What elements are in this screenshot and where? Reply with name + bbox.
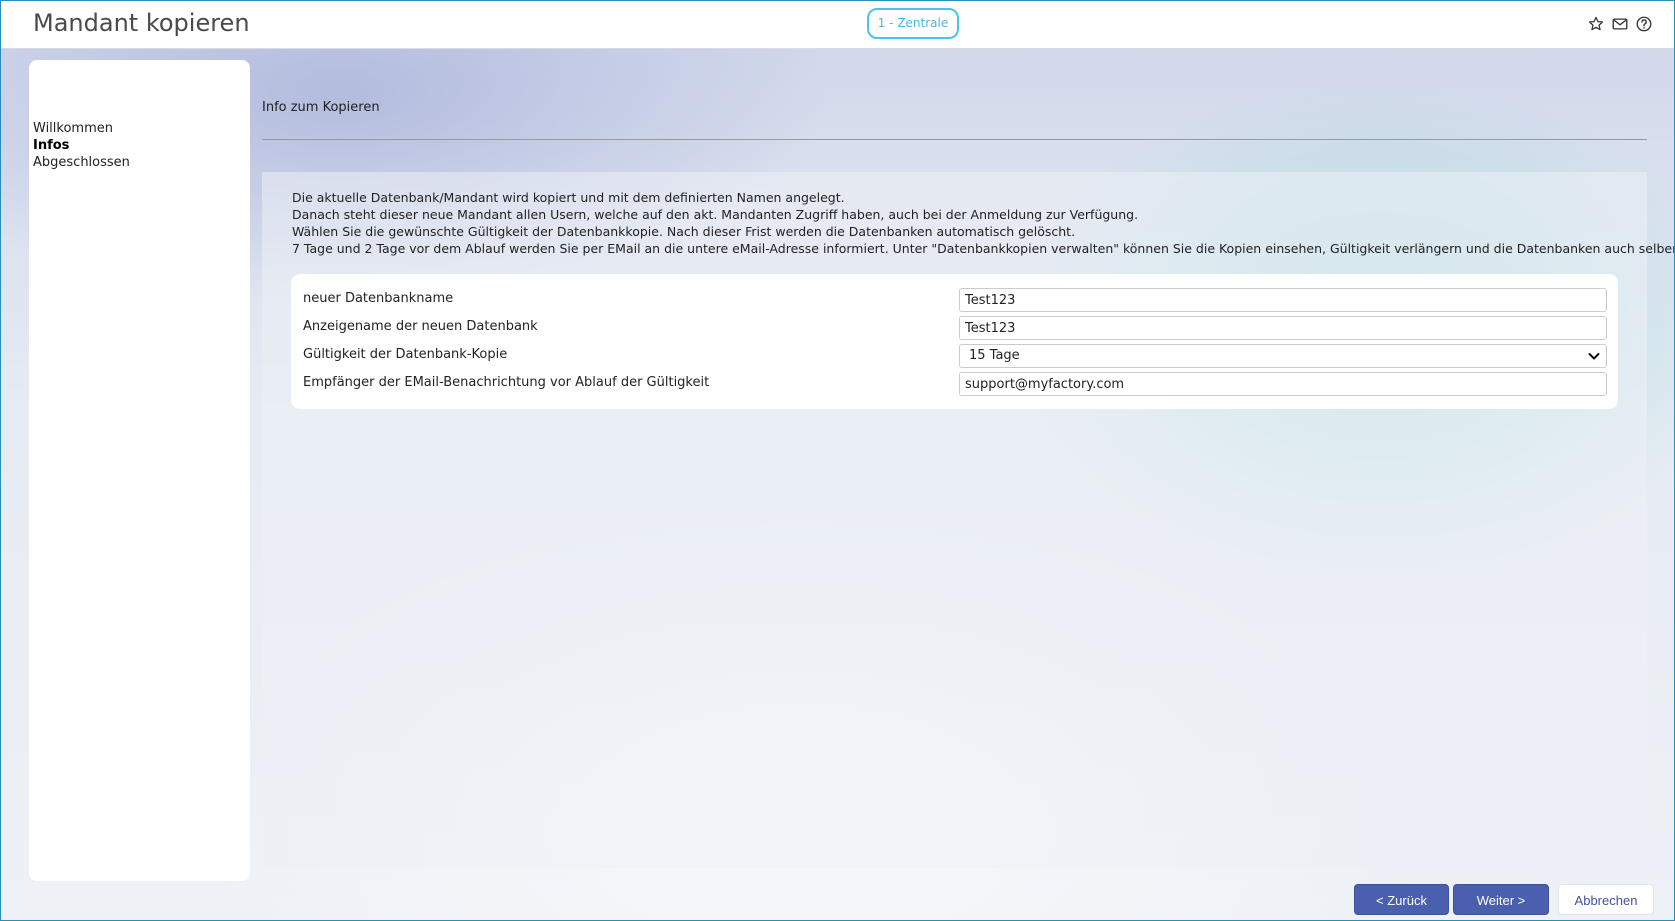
form-row-validity: Gültigkeit der Datenbank-Kopie 15 Tage <box>303 344 1607 368</box>
chevron-down-icon <box>1588 353 1600 360</box>
form-row-email: Empfänger der EMail-Benachrichtung vor A… <box>303 372 1607 396</box>
star-icon[interactable] <box>1587 15 1605 33</box>
info-line: Die aktuelle Datenbank/Mandant wird kopi… <box>292 190 845 205</box>
info-text: Die aktuelle Datenbank/Mandant wird kopi… <box>292 189 1675 257</box>
step-infos[interactable]: Infos <box>33 137 130 154</box>
display-name-label: Anzeigename der neuen Datenbank <box>303 319 538 334</box>
header-icon-group <box>1587 15 1653 33</box>
help-icon[interactable] <box>1635 15 1653 33</box>
wizard-steps: Willkommen Infos Abgeschlossen <box>33 120 130 171</box>
form-row-db-name: neuer Datenbankname <box>303 288 1607 312</box>
display-name-input[interactable] <box>959 316 1607 340</box>
info-line: Danach steht dieser neue Mandant allen U… <box>292 207 1139 222</box>
validity-select[interactable]: 15 Tage <box>959 344 1607 368</box>
content-panel: Die aktuelle Datenbank/Mandant wird kopi… <box>262 172 1674 868</box>
email-input[interactable] <box>959 372 1607 396</box>
cancel-button[interactable]: Abbrechen <box>1558 884 1654 915</box>
info-line: Wählen Sie die gewünschte Gültigkeit der… <box>292 224 1076 239</box>
mail-icon[interactable] <box>1611 15 1629 33</box>
back-button[interactable]: < Zurück <box>1354 884 1449 915</box>
db-name-label: neuer Datenbankname <box>303 291 454 306</box>
app-window: Mandant kopieren 1 - Zentrale Willkommen… <box>0 0 1675 921</box>
validity-selected-value: 15 Tage <box>969 348 1020 363</box>
info-line: 7 Tage und 2 Tage vor dem Ablauf werden … <box>292 241 1675 256</box>
copy-form: neuer Datenbankname Anzeigename der neue… <box>291 274 1618 409</box>
step-willkommen[interactable]: Willkommen <box>33 120 130 137</box>
form-row-display-name: Anzeigename der neuen Datenbank <box>303 316 1607 340</box>
validity-label: Gültigkeit der Datenbank-Kopie <box>303 347 508 362</box>
page-title: Mandant kopieren <box>33 9 250 37</box>
section-title: Info zum Kopieren <box>262 100 380 115</box>
db-name-input[interactable] <box>959 288 1607 312</box>
company-badge[interactable]: 1 - Zentrale <box>867 8 959 39</box>
next-button[interactable]: Weiter > <box>1453 884 1549 915</box>
wizard-steps-panel: Willkommen Infos Abgeschlossen <box>29 60 250 881</box>
title-bar: Mandant kopieren 1 - Zentrale <box>1 1 1674 49</box>
step-abgeschlossen[interactable]: Abgeschlossen <box>33 154 130 171</box>
section-divider <box>262 139 1647 140</box>
email-label: Empfänger der EMail-Benachrichtung vor A… <box>303 375 710 390</box>
